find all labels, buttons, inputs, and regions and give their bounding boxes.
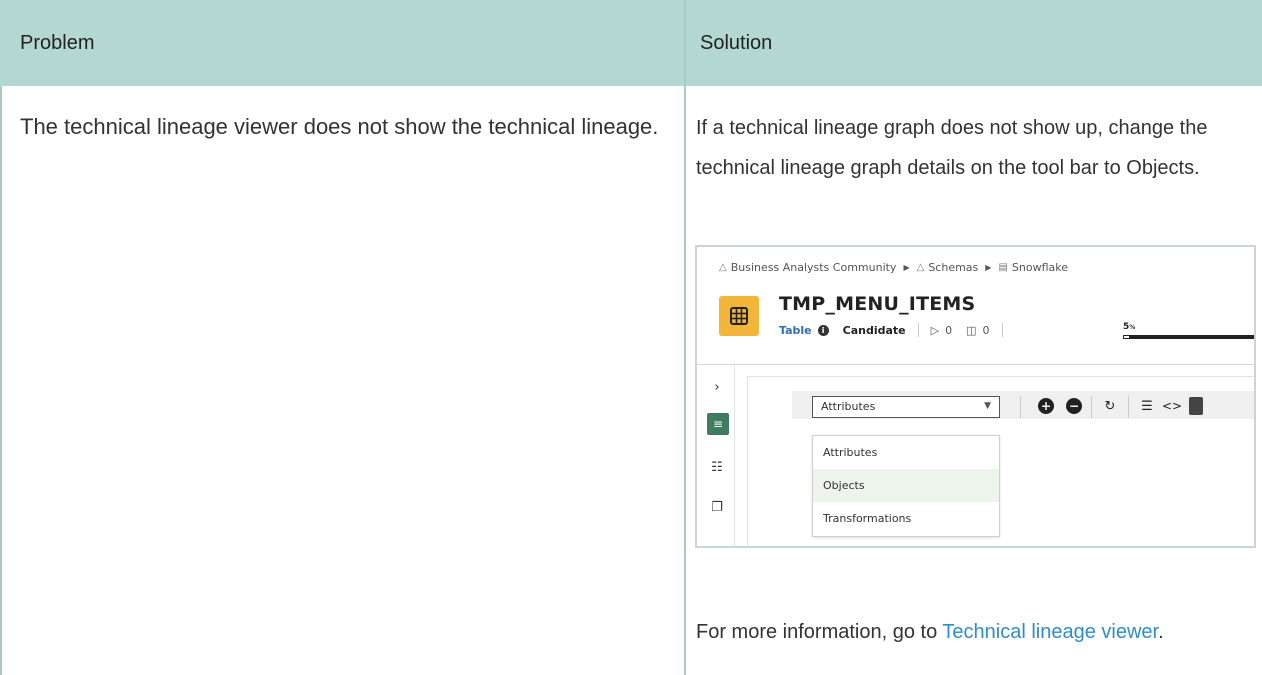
copy-icon[interactable]: ❐ [707, 497, 727, 517]
option-transformations[interactable]: Transformations [813, 502, 999, 535]
status-badge[interactable]: Candidate [843, 324, 906, 337]
more-tools-icon[interactable] [1189, 397, 1203, 415]
zoom-in-icon[interactable]: + [1038, 398, 1054, 414]
breadcrumb-item-community[interactable]: Business Analysts Community [731, 261, 897, 274]
toolbar-divider [1091, 396, 1092, 418]
asset-title: TMP_MENU_ITEMS [779, 293, 976, 315]
header-separator [697, 364, 1254, 365]
toolbar-divider [1128, 396, 1129, 418]
database-icon: ▤ [998, 262, 1008, 273]
asset-type-link[interactable]: Table [779, 324, 812, 337]
solution-cell-text: If a technical lineage graph does not sh… [696, 117, 1208, 179]
meta-divider [917, 323, 919, 337]
problem-column-header: Problem [20, 31, 95, 54]
embedded-screenshot: △ Business Analysts Community ▶ △ Schema… [695, 245, 1256, 548]
breadcrumb-item-snowflake[interactable]: Snowflake [1012, 261, 1068, 274]
breadcrumb-item-schemas[interactable]: Schemas [928, 261, 978, 274]
table-grid-icon [719, 296, 759, 336]
graph-details-dropdown: Attributes Objects Transformations [812, 435, 1000, 537]
breadcrumb-separator-icon: ▶ [903, 263, 910, 272]
comment-icon[interactable]: ◫ [966, 324, 976, 337]
breadcrumb-separator-icon: ▶ [985, 263, 992, 272]
tag-count: 0 [945, 323, 953, 337]
tag-icon[interactable]: ▷ [931, 324, 939, 337]
completeness-bar [1123, 335, 1254, 339]
option-attributes[interactable]: Attributes [813, 436, 999, 469]
clipboard-icon[interactable]: ☷ [707, 457, 727, 477]
more-info-prefix: For more information, go to [696, 621, 943, 643]
asset-meta-row: Table i Candidate ▷ 0 ◫ 0 [779, 323, 1009, 337]
technical-lineage-viewer-link[interactable]: Technical lineage viewer [942, 621, 1158, 643]
meta-divider [1001, 323, 1003, 337]
more-info-text: For more information, go to Technical li… [696, 612, 1252, 652]
table-left-border [0, 0, 2, 675]
table-header-row: Problem Solution [0, 0, 1262, 86]
column-divider [684, 86, 686, 675]
refresh-icon[interactable]: ↻ [1101, 397, 1119, 415]
breadcrumb: △ Business Analysts Community ▶ △ Schema… [719, 261, 1068, 274]
completeness-value: 5% [1123, 322, 1135, 332]
expand-chevron-icon[interactable]: › [707, 377, 727, 397]
problem-solution-table: Problem Solution The technical lineage v… [0, 0, 1262, 675]
graph-details-select[interactable]: Attributes ▼ [812, 396, 1000, 418]
completeness-bar-fill [1123, 335, 1130, 339]
community-icon: △ [719, 262, 727, 273]
comment-count: 0 [982, 323, 990, 337]
toolbar-divider [1020, 396, 1021, 418]
info-icon[interactable]: i [817, 324, 829, 336]
code-icon[interactable]: <> [1162, 397, 1182, 415]
side-toolbar: › ≡ ☷ ❐ [697, 365, 735, 546]
schema-icon: △ [916, 262, 925, 273]
more-info-suffix: . [1158, 621, 1164, 643]
caret-down-icon: ▼ [984, 401, 991, 411]
solution-column-header: Solution [684, 0, 1262, 86]
option-objects[interactable]: Objects [813, 469, 999, 502]
problem-cell-text: The technical lineage viewer does not sh… [20, 114, 659, 139]
completeness-unit: % [1129, 324, 1136, 331]
zoom-out-icon[interactable]: − [1066, 398, 1082, 414]
list-icon[interactable]: ☰ [1138, 397, 1156, 415]
graph-details-selected-value: Attributes [821, 400, 876, 413]
add-list-icon[interactable]: ≡ [707, 413, 729, 435]
